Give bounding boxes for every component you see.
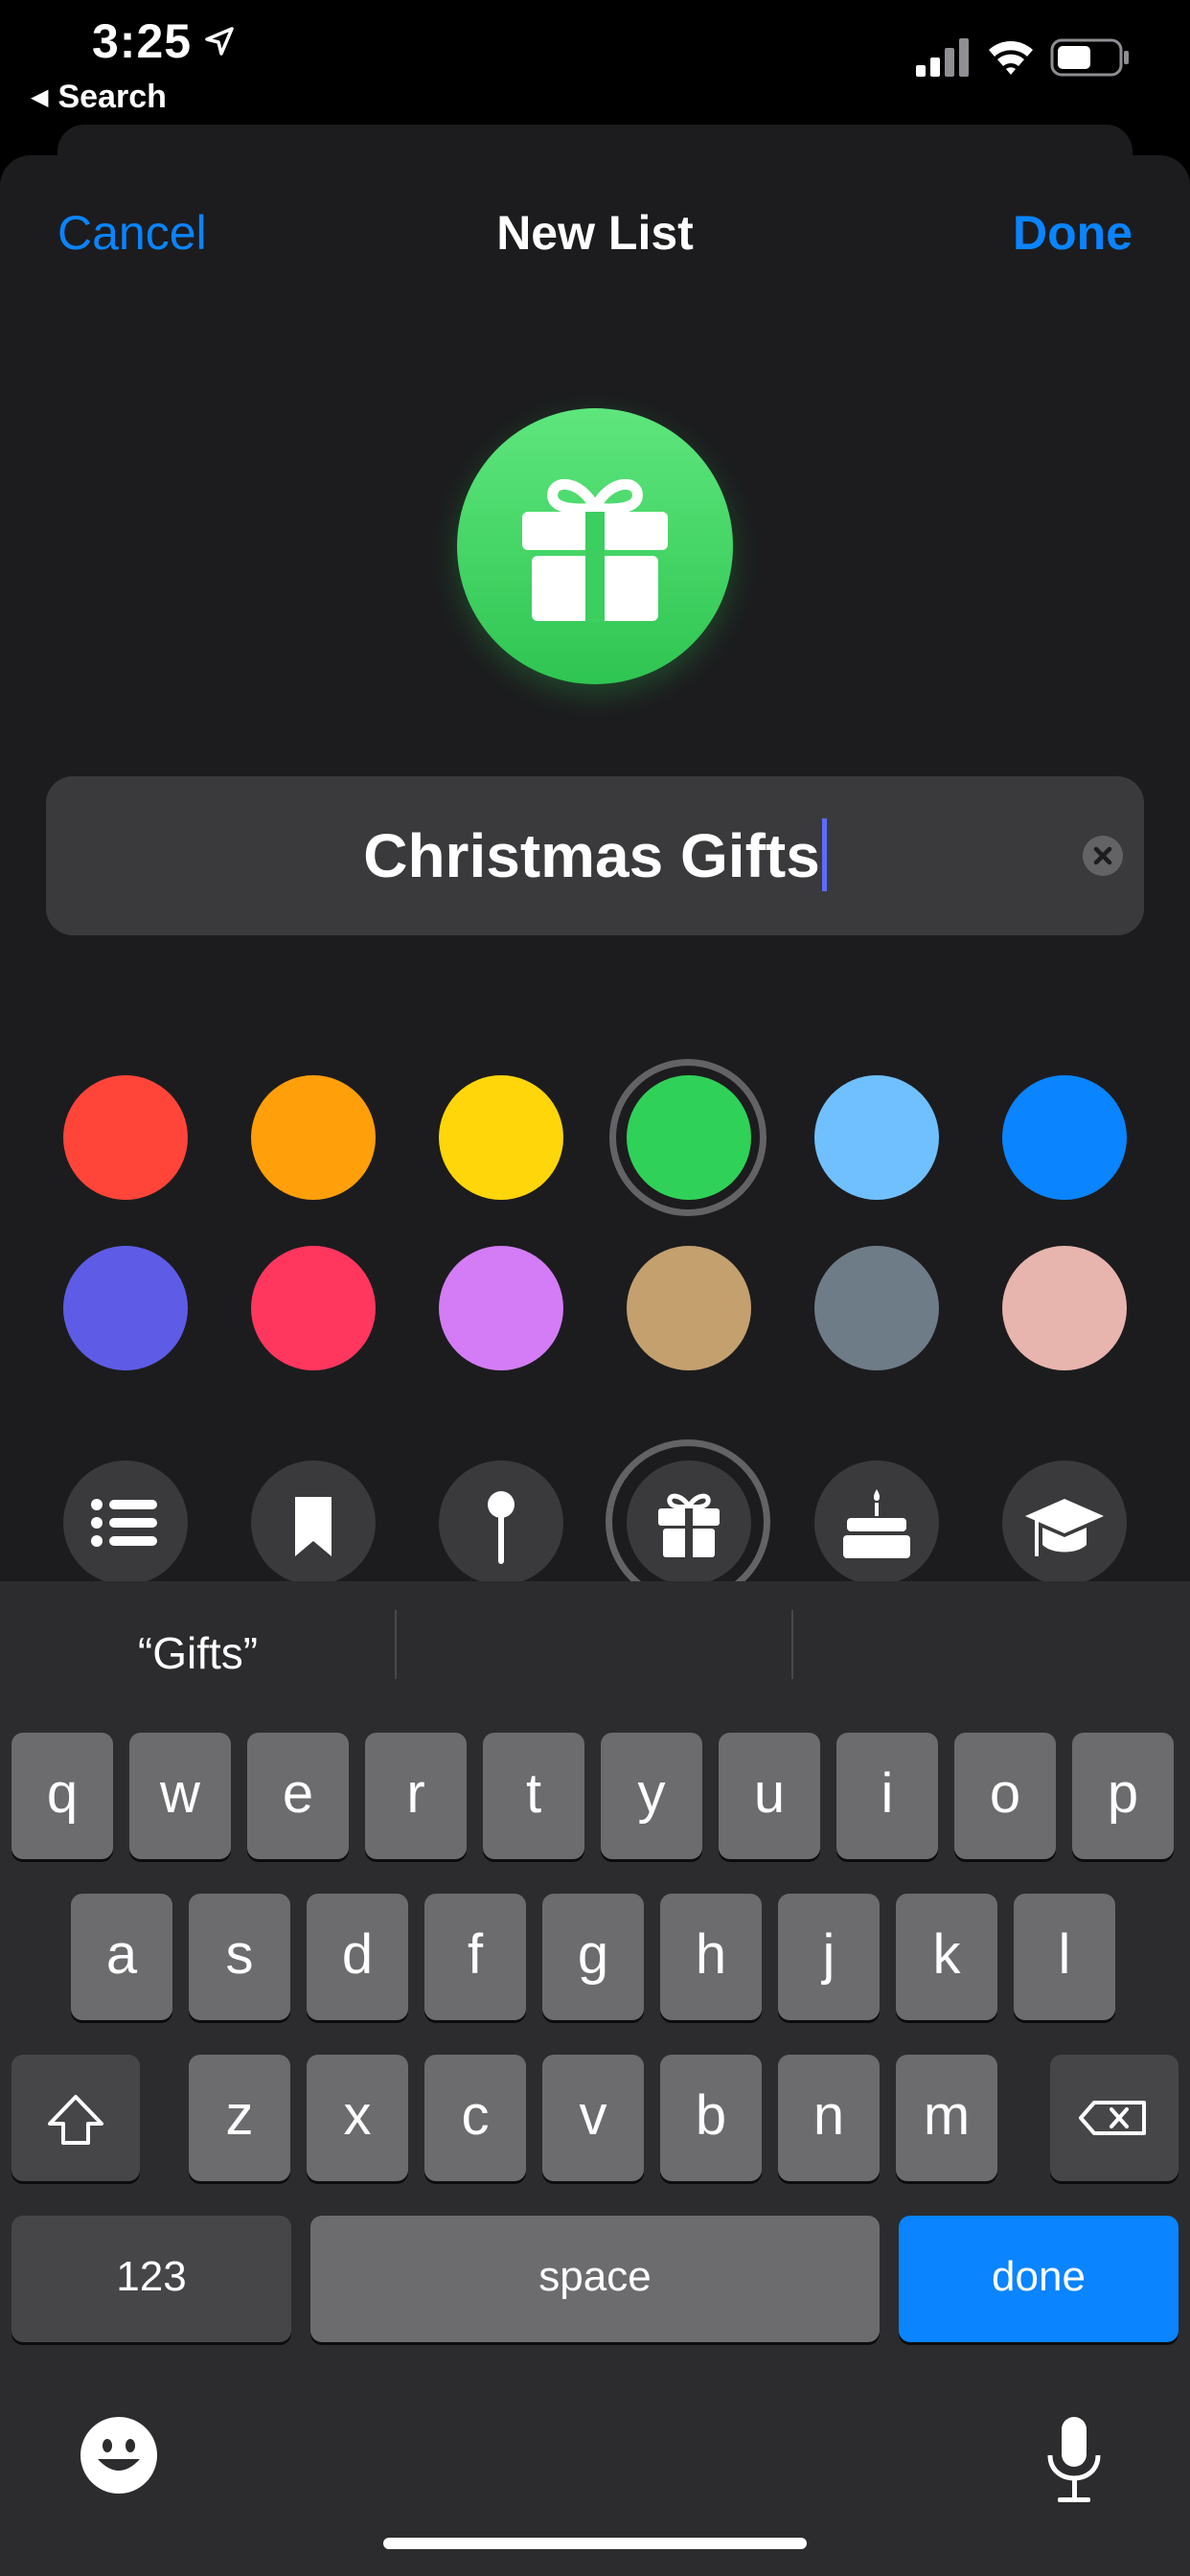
- key-s[interactable]: s: [189, 1894, 290, 2020]
- color-swatch-yellow[interactable]: [439, 1075, 563, 1200]
- key-y[interactable]: y: [601, 1733, 702, 1859]
- text-cursor: [821, 818, 827, 892]
- back-triangle-icon: ◀: [31, 84, 49, 110]
- gift-icon: [658, 1493, 720, 1558]
- color-swatch-light-blue[interactable]: [814, 1075, 939, 1200]
- key-m[interactable]: m: [896, 2055, 997, 2181]
- shift-arrow-icon: [48, 2095, 103, 2145]
- list-name-text: Christmas Gifts: [363, 821, 820, 890]
- dictation-button[interactable]: [1041, 2413, 1108, 2509]
- delete-backspace-icon: [1079, 2101, 1146, 2135]
- color-swatch-gray[interactable]: [814, 1246, 939, 1370]
- gift-icon: [522, 479, 668, 623]
- key-z[interactable]: z: [189, 2055, 290, 2181]
- key-u[interactable]: u: [719, 1733, 820, 1859]
- symbol-graduation[interactable]: [1002, 1460, 1127, 1585]
- color-swatch-orange[interactable]: [251, 1075, 376, 1200]
- key-a[interactable]: a: [71, 1894, 172, 2020]
- key-h[interactable]: h: [660, 1894, 762, 2020]
- emoji-button[interactable]: [79, 2415, 159, 2496]
- key-q[interactable]: q: [11, 1733, 113, 1859]
- clear-x-icon: [1093, 846, 1112, 865]
- back-label: Search: [57, 79, 167, 115]
- cellular-signal-icon: [916, 38, 969, 77]
- key-j[interactable]: j: [778, 1894, 880, 2020]
- back-to-search[interactable]: ◀ Search: [31, 79, 167, 116]
- suggestion-1[interactable]: “Gifts”: [0, 1627, 396, 1679]
- key-w[interactable]: w: [129, 1733, 231, 1859]
- key-n[interactable]: n: [778, 2055, 880, 2181]
- location-arrow-icon: [205, 27, 234, 56]
- key-l[interactable]: l: [1014, 1894, 1115, 2020]
- color-swatch-pink[interactable]: [251, 1246, 376, 1370]
- key-c[interactable]: c: [424, 2055, 526, 2181]
- color-swatch-purple[interactable]: [439, 1246, 563, 1370]
- space-key[interactable]: space: [310, 2216, 880, 2342]
- status-bar: 3:25 ◀ Search: [0, 0, 1190, 134]
- color-swatch-blue[interactable]: [1002, 1075, 1127, 1200]
- done-button[interactable]: Done: [1013, 205, 1133, 261]
- pin-icon: [488, 1491, 515, 1564]
- clear-text-button[interactable]: [1083, 836, 1123, 876]
- symbol-gift[interactable]: [627, 1460, 751, 1585]
- list-icon: [91, 1499, 157, 1547]
- key-r[interactable]: r: [365, 1733, 467, 1859]
- color-swatch-green[interactable]: [627, 1075, 751, 1200]
- key-d[interactable]: d: [307, 1894, 408, 2020]
- key-i[interactable]: i: [836, 1733, 938, 1859]
- bookmark-icon: [295, 1497, 332, 1556]
- color-swatch-red[interactable]: [63, 1075, 188, 1200]
- battery-icon: [1050, 38, 1129, 77]
- done-key[interactable]: done: [899, 2216, 1179, 2342]
- wifi-icon: [989, 41, 1033, 75]
- graduation-cap-icon: [1025, 1499, 1104, 1556]
- page-title: New List: [496, 206, 694, 260]
- delete-key[interactable]: [1050, 2055, 1179, 2181]
- list-icon-preview: [457, 408, 733, 684]
- key-g[interactable]: g: [542, 1894, 644, 2020]
- suggestion-divider: [395, 1610, 397, 1679]
- color-swatch-rose[interactable]: [1002, 1246, 1127, 1370]
- key-o[interactable]: o: [954, 1733, 1056, 1859]
- color-swatch-indigo[interactable]: [63, 1246, 188, 1370]
- key-v[interactable]: v: [542, 2055, 644, 2181]
- status-time: 3:25: [92, 14, 193, 68]
- color-swatch-tan[interactable]: [627, 1246, 751, 1370]
- key-p[interactable]: p: [1072, 1733, 1174, 1859]
- home-indicator[interactable]: [383, 2538, 807, 2549]
- keyboard: “Gifts” q w e r t y u i o p a s d f g h …: [0, 1581, 1190, 2576]
- list-name-field[interactable]: Christmas Gifts: [46, 776, 1144, 935]
- symbol-bookmark[interactable]: [251, 1460, 376, 1585]
- key-f[interactable]: f: [424, 1894, 526, 2020]
- emoji-icon: [80, 2417, 157, 2494]
- symbol-pin[interactable]: [439, 1460, 563, 1585]
- numbers-key[interactable]: 123: [11, 2216, 291, 2342]
- key-e[interactable]: e: [247, 1733, 349, 1859]
- key-b[interactable]: b: [660, 2055, 762, 2181]
- key-x[interactable]: x: [307, 2055, 408, 2181]
- shift-key[interactable]: [11, 2055, 140, 2181]
- microphone-icon: [1047, 2417, 1101, 2502]
- cake-icon: [843, 1489, 910, 1558]
- symbol-list[interactable]: [63, 1460, 188, 1585]
- key-t[interactable]: t: [483, 1733, 584, 1859]
- symbol-cake[interactable]: [814, 1460, 939, 1585]
- suggestion-divider: [791, 1610, 793, 1679]
- key-k[interactable]: k: [896, 1894, 997, 2020]
